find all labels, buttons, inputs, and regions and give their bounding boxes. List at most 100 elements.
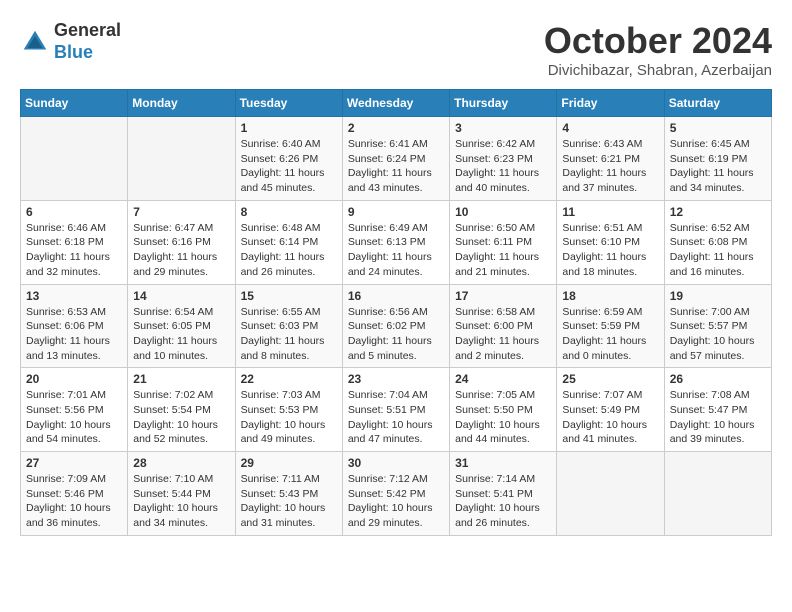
calendar-cell [21, 117, 128, 201]
day-info: Sunrise: 7:10 AMSunset: 5:44 PMDaylight:… [133, 472, 229, 531]
calendar-cell: 20 Sunrise: 7:01 AMSunset: 5:56 PMDayligh… [21, 368, 128, 452]
day-number: 25 [562, 372, 658, 386]
day-info: Sunrise: 6:40 AMSunset: 6:26 PMDaylight:… [241, 137, 337, 196]
calendar-cell: 26 Sunrise: 7:08 AMSunset: 5:47 PMDayligh… [664, 368, 771, 452]
calendar-cell: 10 Sunrise: 6:50 AMSunset: 6:11 PMDayligh… [450, 200, 557, 284]
title-section: October 2024 Divichibazar, Shabran, Azer… [544, 20, 772, 79]
calendar-cell [664, 452, 771, 536]
day-number: 12 [670, 205, 766, 219]
day-number: 3 [455, 121, 551, 135]
day-info: Sunrise: 7:14 AMSunset: 5:41 PMDaylight:… [455, 472, 551, 531]
day-info: Sunrise: 7:03 AMSunset: 5:53 PMDaylight:… [241, 388, 337, 447]
calendar-cell: 19Sunrise: 7:00 AMSunset: 5:57 PMDayligh… [664, 284, 771, 368]
calendar-week-row: 13 Sunrise: 6:53 AMSunset: 6:06 PMDayligh… [21, 284, 772, 368]
logo-blue: Blue [54, 42, 121, 64]
day-of-week-header: Wednesday [342, 90, 449, 117]
day-number: 20 [26, 372, 122, 386]
location: Divichibazar, Shabran, Azerbaijan [544, 62, 772, 79]
calendar-cell: 16 Sunrise: 6:56 AMSunset: 6:02 PMDayligh… [342, 284, 449, 368]
day-number: 30 [348, 456, 444, 470]
calendar-cell: 31Sunrise: 7:14 AMSunset: 5:41 PMDayligh… [450, 452, 557, 536]
day-number: 26 [670, 372, 766, 386]
day-number: 6 [26, 205, 122, 219]
calendar-cell [557, 452, 664, 536]
calendar-week-row: 27 Sunrise: 7:09 AMSunset: 5:46 PMDayligh… [21, 452, 772, 536]
calendar-week-row: 20 Sunrise: 7:01 AMSunset: 5:56 PMDayligh… [21, 368, 772, 452]
day-info: Sunrise: 7:01 AMSunset: 5:56 PMDaylight:… [26, 388, 122, 447]
page-header: General Blue October 2024 Divichibazar, … [20, 20, 772, 79]
day-number: 10 [455, 205, 551, 219]
calendar-cell [128, 117, 235, 201]
day-of-week-header: Monday [128, 90, 235, 117]
day-info: Sunrise: 6:42 AMSunset: 6:23 PMDaylight:… [455, 137, 551, 196]
day-info: Sunrise: 6:52 AMSunset: 6:08 PMDaylight:… [670, 221, 766, 280]
day-info: Sunrise: 6:45 AMSunset: 6:19 PMDaylight:… [670, 137, 766, 196]
day-info: Sunrise: 6:58 AMSunset: 6:00 PMDaylight:… [455, 305, 551, 364]
day-number: 27 [26, 456, 122, 470]
calendar-cell: 14Sunrise: 6:54 AMSunset: 6:05 PMDayligh… [128, 284, 235, 368]
calendar-cell: 22 Sunrise: 7:03 AMSunset: 5:53 PMDayligh… [235, 368, 342, 452]
calendar-cell: 8 Sunrise: 6:48 AMSunset: 6:14 PMDaylight… [235, 200, 342, 284]
calendar-header-row: SundayMondayTuesdayWednesdayThursdayFrid… [21, 90, 772, 117]
day-number: 22 [241, 372, 337, 386]
logo-general: General [54, 20, 121, 42]
logo-icon [20, 27, 50, 57]
day-number: 4 [562, 121, 658, 135]
day-number: 8 [241, 205, 337, 219]
day-number: 29 [241, 456, 337, 470]
calendar-cell: 17 Sunrise: 6:58 AMSunset: 6:00 PMDayligh… [450, 284, 557, 368]
day-info: Sunrise: 6:55 AMSunset: 6:03 PMDaylight:… [241, 305, 337, 364]
day-info: Sunrise: 6:48 AMSunset: 6:14 PMDaylight:… [241, 221, 337, 280]
day-info: Sunrise: 7:07 AMSunset: 5:49 PMDaylight:… [562, 388, 658, 447]
calendar-cell: 28 Sunrise: 7:10 AMSunset: 5:44 PMDayligh… [128, 452, 235, 536]
calendar-cell: 21Sunrise: 7:02 AMSunset: 5:54 PMDayligh… [128, 368, 235, 452]
day-info: Sunrise: 6:54 AMSunset: 6:05 PMDaylight:… [133, 305, 229, 364]
calendar-cell: 25 Sunrise: 7:07 AMSunset: 5:49 PMDayligh… [557, 368, 664, 452]
calendar-cell: 1Sunrise: 6:40 AMSunset: 6:26 PMDaylight… [235, 117, 342, 201]
day-number: 16 [348, 289, 444, 303]
day-number: 9 [348, 205, 444, 219]
day-info: Sunrise: 6:49 AMSunset: 6:13 PMDaylight:… [348, 221, 444, 280]
day-number: 17 [455, 289, 551, 303]
day-number: 15 [241, 289, 337, 303]
calendar-cell: 23Sunrise: 7:04 AMSunset: 5:51 PMDayligh… [342, 368, 449, 452]
day-info: Sunrise: 7:09 AMSunset: 5:46 PMDaylight:… [26, 472, 122, 531]
calendar-cell: 27 Sunrise: 7:09 AMSunset: 5:46 PMDayligh… [21, 452, 128, 536]
day-number: 28 [133, 456, 229, 470]
calendar-cell: 3 Sunrise: 6:42 AMSunset: 6:23 PMDaylight… [450, 117, 557, 201]
day-info: Sunrise: 6:47 AMSunset: 6:16 PMDaylight:… [133, 221, 229, 280]
day-info: Sunrise: 7:00 AMSunset: 5:57 PMDaylight:… [670, 305, 766, 364]
day-number: 7 [133, 205, 229, 219]
logo: General Blue [20, 20, 121, 63]
day-number: 2 [348, 121, 444, 135]
calendar-cell: 13 Sunrise: 6:53 AMSunset: 6:06 PMDayligh… [21, 284, 128, 368]
calendar-cell: 7 Sunrise: 6:47 AMSunset: 6:16 PMDaylight… [128, 200, 235, 284]
day-number: 13 [26, 289, 122, 303]
day-info: Sunrise: 7:08 AMSunset: 5:47 PMDaylight:… [670, 388, 766, 447]
day-of-week-header: Friday [557, 90, 664, 117]
day-info: Sunrise: 7:12 AMSunset: 5:42 PMDaylight:… [348, 472, 444, 531]
day-number: 5 [670, 121, 766, 135]
calendar-week-row: 1Sunrise: 6:40 AMSunset: 6:26 PMDaylight… [21, 117, 772, 201]
calendar-cell: 12 Sunrise: 6:52 AMSunset: 6:08 PMDayligh… [664, 200, 771, 284]
logo-text: General Blue [54, 20, 121, 63]
calendar-cell: 15 Sunrise: 6:55 AMSunset: 6:03 PMDayligh… [235, 284, 342, 368]
calendar-cell: 30 Sunrise: 7:12 AMSunset: 5:42 PMDayligh… [342, 452, 449, 536]
day-number: 18 [562, 289, 658, 303]
calendar-cell: 9 Sunrise: 6:49 AMSunset: 6:13 PMDaylight… [342, 200, 449, 284]
day-of-week-header: Sunday [21, 90, 128, 117]
day-number: 24 [455, 372, 551, 386]
day-info: Sunrise: 6:53 AMSunset: 6:06 PMDaylight:… [26, 305, 122, 364]
day-info: Sunrise: 6:43 AMSunset: 6:21 PMDaylight:… [562, 137, 658, 196]
day-info: Sunrise: 6:46 AMSunset: 6:18 PMDaylight:… [26, 221, 122, 280]
day-info: Sunrise: 6:50 AMSunset: 6:11 PMDaylight:… [455, 221, 551, 280]
day-info: Sunrise: 7:05 AMSunset: 5:50 PMDaylight:… [455, 388, 551, 447]
calendar-cell: 24 Sunrise: 7:05 AMSunset: 5:50 PMDayligh… [450, 368, 557, 452]
calendar-cell: 29Sunrise: 7:11 AMSunset: 5:43 PMDayligh… [235, 452, 342, 536]
day-info: Sunrise: 7:04 AMSunset: 5:51 PMDaylight:… [348, 388, 444, 447]
calendar-cell: 6 Sunrise: 6:46 AMSunset: 6:18 PMDaylight… [21, 200, 128, 284]
day-info: Sunrise: 6:56 AMSunset: 6:02 PMDaylight:… [348, 305, 444, 364]
day-info: Sunrise: 7:02 AMSunset: 5:54 PMDaylight:… [133, 388, 229, 447]
day-of-week-header: Thursday [450, 90, 557, 117]
day-number: 11 [562, 205, 658, 219]
